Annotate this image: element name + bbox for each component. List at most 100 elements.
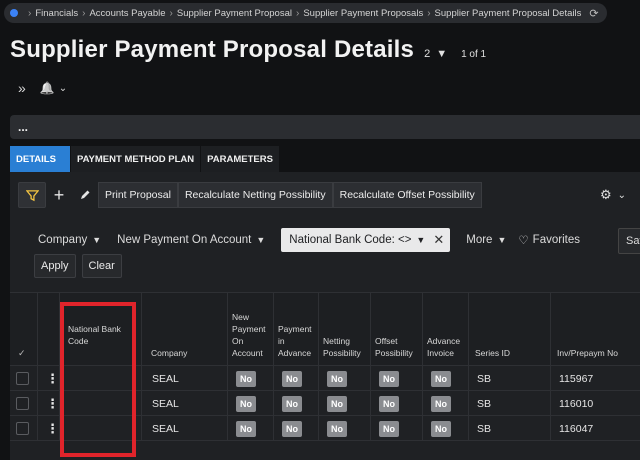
table-row[interactable]: ⋮ SEAL No No No No No SB 116010 [10,391,640,416]
print-proposal-button[interactable]: Print Proposal [98,182,178,208]
recalculate-netting-button[interactable]: Recalculate Netting Possibility [177,182,333,208]
series-id-cell[interactable]: SB [469,416,551,441]
table-row[interactable]: ⋮ SEAL No No No No No SB 116047 [10,416,640,441]
caret-down-icon[interactable]: ▼ [416,235,425,245]
row-checkbox[interactable] [16,422,29,435]
advance-invoice-cell[interactable]: No [423,416,469,441]
no-badge: No [431,370,451,387]
offset-cell[interactable]: No [371,391,423,416]
company-cell[interactable]: SEAL [142,416,228,441]
breadcrumb-item[interactable]: Supplier Payment Proposal [177,8,292,19]
bell-dropdown-caret-icon[interactable]: ⌄ [59,83,67,94]
no-badge: No [327,370,347,387]
national-bank-code-cell[interactable] [60,366,142,391]
no-badge: No [327,420,347,437]
payment-advance-cell[interactable]: No [274,391,319,416]
netting-cell[interactable]: No [319,366,371,391]
no-badge: No [379,370,399,387]
inv-no-cell[interactable]: 116010 [551,391,640,416]
section-ellipsis[interactable]: ... [18,120,28,134]
series-id-cell[interactable]: SB [469,366,551,391]
row-menu-icon[interactable]: ⋮ [38,366,60,391]
series-id-cell[interactable]: SB [469,391,551,416]
row-menu-icon[interactable]: ⋮ [38,416,60,441]
title-row: Supplier Payment Proposal Details 2 ▼ 1 … [10,36,486,64]
inv-no-cell[interactable]: 115967 [551,366,640,391]
bell-icon[interactable]: 🔔 [40,81,55,95]
caret-down-icon: ▼ [92,235,102,245]
filter-icon[interactable] [18,182,46,208]
new-payment-criteria[interactable]: New Payment On Account ▼ [117,234,265,246]
record-count: 2 [424,48,431,60]
breadcrumb-item[interactable]: Supplier Payment Proposals [303,8,423,19]
inv-no-cell[interactable]: 116047 [551,416,640,441]
gear-icon[interactable]: ⚙ [600,187,612,203]
row-select[interactable] [10,391,38,416]
tab-payment-method-plan[interactable]: PAYMENT METHOD PLAN [70,146,202,172]
column-header[interactable]: Payment in Advance [274,293,319,365]
column-header[interactable]: Series ID [469,293,551,365]
column-header-label: Advance Invoice [427,336,461,358]
company-cell[interactable]: SEAL [142,391,228,416]
heart-icon[interactable]: ♡ [518,233,528,247]
recalculate-offset-button[interactable]: Recalculate Offset Possibility [332,182,482,208]
close-icon[interactable]: ✕ [433,232,444,248]
record-dropdown-caret-icon[interactable]: ▼ [436,48,447,60]
details-panel: + Print Proposal Recalculate Netting Pos… [10,172,640,460]
offset-cell[interactable]: No [371,416,423,441]
new-payment-cell[interactable]: No [228,366,274,391]
column-header[interactable]: Offset Possibility [371,293,423,365]
offset-cell[interactable]: No [371,366,423,391]
tab-details[interactable]: DETAILS [10,146,71,172]
netting-cell[interactable]: No [319,391,371,416]
header-section-bar[interactable]: ... [10,115,640,139]
company-cell[interactable]: SEAL [142,366,228,391]
tab-parameters[interactable]: PARAMETERS [201,146,280,172]
edit-pencil-icon[interactable] [72,182,98,208]
national-bank-code-cell[interactable] [60,416,142,441]
grid-settings[interactable]: ⚙ ⌄ [600,182,626,208]
column-header[interactable]: Netting Possibility [319,293,371,365]
apply-button[interactable]: Apply [34,254,76,278]
payment-advance-cell[interactable]: No [274,366,319,391]
row-checkbox[interactable] [16,397,29,410]
advance-invoice-cell[interactable]: No [423,391,469,416]
checkmark-icon[interactable]: ✓ [18,348,26,359]
column-header[interactable]: Inv/Prepaym No [551,293,640,365]
new-payment-cell[interactable]: No [228,391,274,416]
payment-advance-cell[interactable]: No [274,416,319,441]
add-icon[interactable]: + [46,182,72,208]
save-search-button[interactable]: Save [618,228,640,254]
row-select[interactable] [10,416,38,441]
row-select[interactable] [10,366,38,391]
row-menu-icon[interactable]: ⋮ [38,391,60,416]
table-row[interactable]: ⋮ SEAL No No No No No SB 115967 [10,366,640,391]
advance-invoice-cell[interactable]: No [423,366,469,391]
more-criteria[interactable]: More ▼ [466,234,506,246]
no-badge: No [236,370,256,387]
breadcrumb-item[interactable]: Accounts Payable [89,8,165,19]
new-payment-cell[interactable]: No [228,416,274,441]
breadcrumb-item-current: Supplier Payment Proposal Details [434,7,582,19]
national-bank-code-cell[interactable] [60,391,142,416]
national-bank-code-chip[interactable]: National Bank Code: <> ▼ ✕ [281,228,451,252]
breadcrumb-item[interactable]: Financials [35,8,78,19]
caret-down-icon: ▼ [497,235,507,245]
proposal-lines-grid: ✓ National Bank Code Company New Payment… [10,292,640,460]
clear-button[interactable]: Clear [81,254,122,278]
select-all-column[interactable]: ✓ [10,293,38,365]
company-criteria-label: Company [38,234,88,246]
expand-icon[interactable]: » [18,80,26,96]
column-header[interactable]: National Bank Code [60,293,142,365]
column-header[interactable]: Company [142,293,228,365]
chevron-down-icon[interactable]: ⌄ [618,190,626,201]
refresh-icon[interactable]: ⟳ [589,7,598,20]
row-checkbox[interactable] [16,372,29,385]
company-criteria[interactable]: Company ▼ [38,234,101,246]
no-badge: No [431,395,451,412]
column-header[interactable]: New Payment On Account [228,293,274,365]
netting-cell[interactable]: No [319,416,371,441]
column-header[interactable]: Advance Invoice [423,293,469,365]
chevron-right-icon: › [82,7,86,19]
favorites-link[interactable]: Favorites [533,234,580,246]
